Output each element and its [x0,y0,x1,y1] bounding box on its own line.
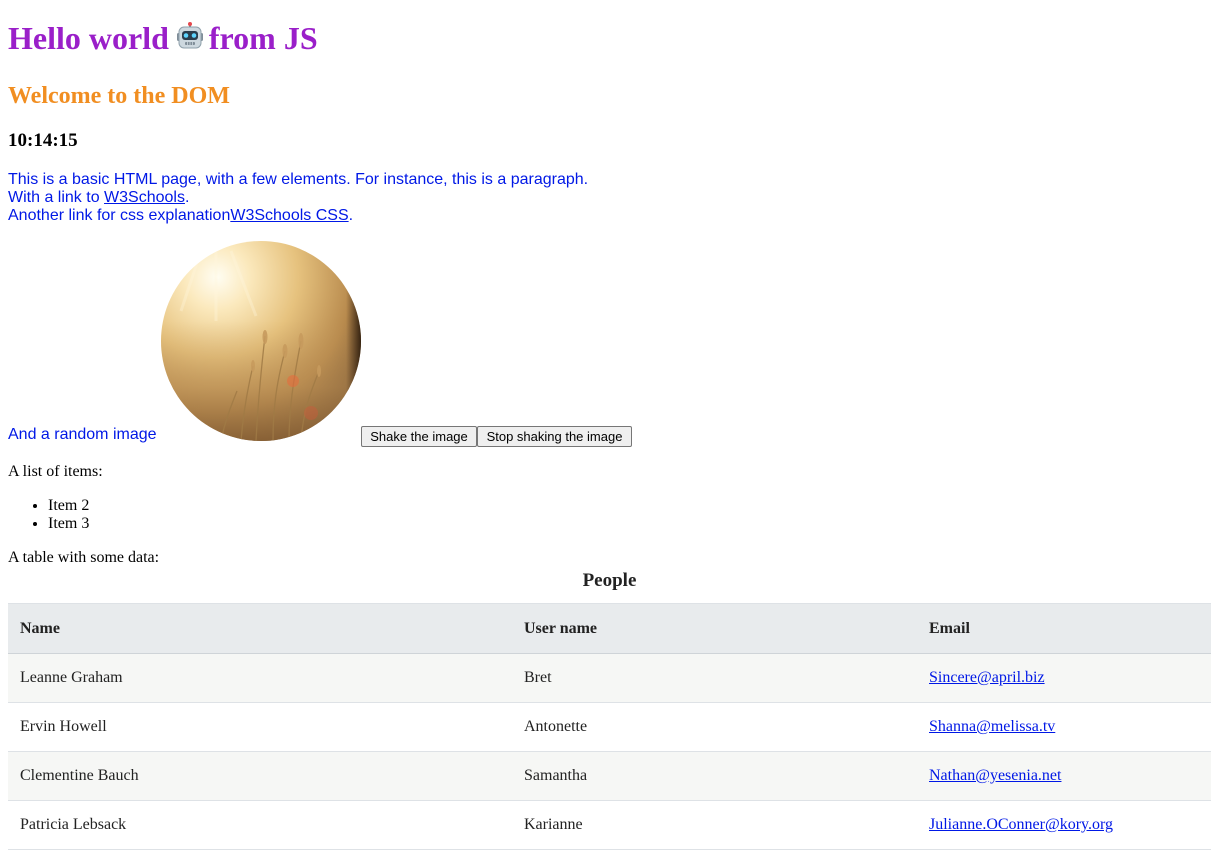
cell-name: Ervin Howell [8,702,512,752]
table-row: Ervin Howell Antonette Shanna@melissa.tv [8,702,1211,752]
cell-username: Antonette [512,702,917,752]
cell-email: Shanna@melissa.tv [917,702,1211,752]
w3schools-link[interactable]: W3Schools [104,189,185,206]
email-link[interactable]: Nathan@yesenia.net [929,767,1061,784]
intro-line-2-suffix: . [184,189,190,206]
column-header-name: Name [8,603,512,654]
intro-line-1: This is a basic HTML page, with a few el… [8,171,589,188]
email-link[interactable]: Julianne.OConner@kory.org [929,816,1113,833]
table-header-row: Name User name Email [8,603,1211,654]
people-table: People Name User name Email Leanne Graha… [8,569,1211,850]
table-label: A table with some data: [8,549,160,566]
intro-line-2-prefix: With a link to [8,189,105,206]
robot-icon [175,21,205,61]
intro-line-3-suffix: . [348,207,354,224]
cell-name: Leanne Graham [8,653,512,703]
page: Hello world from JS Welcome to the DOM 1… [0,0,1211,856]
random-image [161,241,361,441]
image-caption: And a random image [8,426,157,443]
shake-image-button[interactable]: Shake the image [361,426,477,447]
cell-username: Samantha [512,751,917,801]
table-row: Clementine Bauch Samantha Nathan@yesenia… [8,751,1211,801]
table-row: Patricia Lebsack Karianne Julianne.OConn… [8,800,1211,850]
email-link[interactable]: Sincere@april.biz [929,669,1045,686]
list-item: Item 2 [48,497,89,515]
column-header-email: Email [917,603,1211,654]
page-subtitle: Welcome to the DOM [8,83,230,109]
title-prefix: Hello world [8,20,169,56]
column-header-username: User name [512,603,917,654]
stop-shaking-button[interactable]: Stop shaking the image [477,426,632,447]
cell-email: Nathan@yesenia.net [917,751,1211,801]
cell-name: Patricia Lebsack [8,800,512,850]
table-row: Leanne Graham Bret Sincere@april.biz [8,653,1211,703]
title-suffix: from JS [208,20,318,56]
cell-email: Julianne.OConner@kory.org [917,800,1211,850]
list-label: A list of items: [8,463,103,480]
intro-paragraph: This is a basic HTML page, with a few el… [8,171,588,225]
cell-name: Clementine Bauch [8,751,512,801]
email-link[interactable]: Shanna@melissa.tv [929,718,1055,735]
clock: 10:14:15 [8,130,78,151]
table-caption: People [582,570,637,591]
cell-username: Karianne [512,800,917,850]
list-item: Item 3 [48,515,89,533]
page-title: Hello world from JS [8,18,318,61]
cell-username: Bret [512,653,917,703]
w3schools-css-link[interactable]: W3Schools CSS [230,207,348,224]
item-list: Item 2 Item 3 [8,497,89,533]
cell-email: Sincere@april.biz [917,653,1211,703]
intro-line-3-prefix: Another link for css explanation [8,207,231,224]
